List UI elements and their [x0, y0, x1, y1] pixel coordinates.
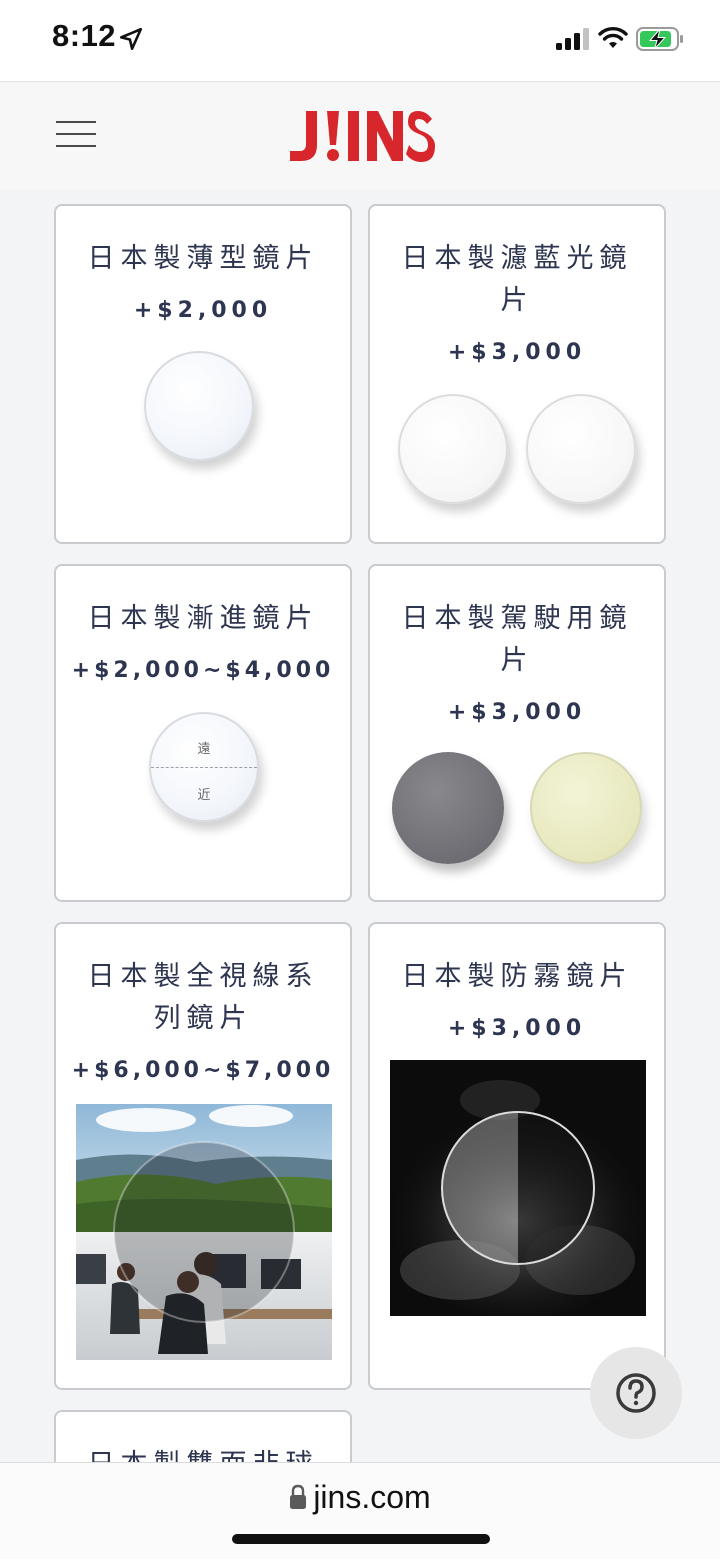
jins-logo[interactable]: [286, 107, 436, 165]
location-arrow-icon: [119, 27, 143, 51]
lens-divider: [151, 767, 257, 768]
landscape-office-photo: [76, 1104, 332, 1360]
card-title-line1: 日本製駕駛用鏡: [401, 603, 633, 634]
lens-card-progressive[interactable]: 日本製漸進鏡片 +$2,000~$4,000 遠 近: [54, 564, 352, 902]
card-price: +$2,000: [133, 298, 273, 323]
wifi-icon: [598, 27, 628, 48]
browser-address-bar[interactable]: jins.com: [0, 1462, 720, 1559]
site-header: [0, 83, 720, 189]
lens-card-driving[interactable]: 日本製駕駛用鏡 片 +$3,000: [368, 564, 666, 902]
help-button[interactable]: [590, 1347, 682, 1439]
lens-card-blue-light[interactable]: 日本製濾藍光鏡 片 +$3,000: [368, 204, 666, 544]
card-price: +$6,000~$7,000: [71, 1058, 335, 1083]
question-circle-icon: [616, 1373, 656, 1413]
card-price: +$2,000~$4,000: [71, 658, 335, 683]
card-price: +$3,000: [447, 1016, 587, 1041]
card-price: +$3,000: [447, 700, 587, 725]
card-title-line1: 日本製全視線系: [87, 961, 319, 992]
url-text: jins.com: [313, 1479, 431, 1515]
url-display[interactable]: jins.com: [0, 1479, 720, 1516]
battery-charging-icon: [636, 27, 683, 51]
card-title: 日本製防霧鏡片: [401, 961, 633, 992]
card-price: +$3,000: [447, 340, 587, 365]
card-title-line2: 片: [500, 645, 534, 676]
home-indicator[interactable]: [232, 1534, 490, 1544]
card-title-line2: 片: [500, 285, 534, 316]
lock-icon: [290, 1484, 307, 1509]
white-lens-image: [526, 394, 636, 504]
card-title-line1: 日本製濾藍光鏡: [401, 243, 633, 274]
anti-fog-lens-photo: [390, 1060, 646, 1316]
lens-card-full-view[interactable]: 日本製全視線系 列鏡片 +$6,000~$7,000: [54, 922, 352, 1390]
status-bar: 8:12: [0, 0, 720, 82]
status-time: 8:12: [52, 18, 117, 53]
card-title: 日本製薄型鏡片: [87, 243, 319, 274]
progressive-lens-image: 遠 近: [149, 712, 259, 822]
gray-lens-image: [392, 752, 504, 864]
near-label: 近: [197, 788, 211, 803]
yellow-lens-image: [530, 752, 642, 864]
lens-card-anti-fog[interactable]: 日本製防霧鏡片 +$3,000: [368, 922, 666, 1390]
clear-lens-image: [144, 351, 254, 461]
far-label: 遠: [197, 742, 211, 757]
lens-card-thin[interactable]: 日本製薄型鏡片 +$2,000: [54, 204, 352, 544]
hamburger-menu-icon[interactable]: [56, 121, 96, 151]
signal-icon: [556, 28, 589, 50]
white-lens-image: [398, 394, 508, 504]
card-title-line2: 列鏡片: [153, 1003, 253, 1034]
card-title: 日本製漸進鏡片: [87, 603, 319, 634]
